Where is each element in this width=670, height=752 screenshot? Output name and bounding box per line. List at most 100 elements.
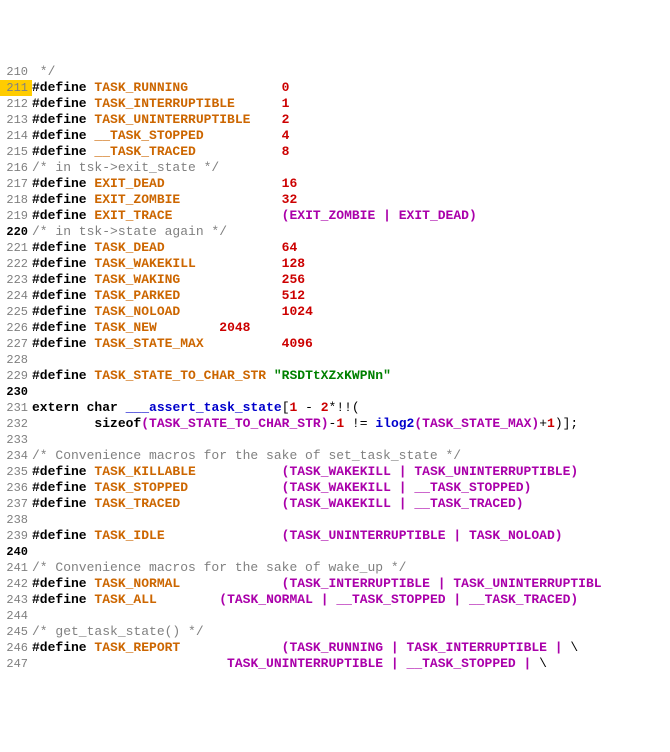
token: 4: [282, 128, 290, 143]
token: ): [524, 480, 532, 495]
line-number: 223: [0, 272, 32, 288]
token: [79, 400, 87, 415]
line-number: 241: [0, 560, 32, 576]
token: ): [321, 416, 329, 431]
code-content: TASK_UNINTERRUPTIBLE | __TASK_STOPPED | …: [32, 656, 670, 672]
token: [461, 592, 469, 607]
code-content: #define TASK_REPORT (TASK_RUNNING | TASK…: [32, 640, 670, 656]
token: [250, 112, 281, 127]
token: #define: [32, 304, 87, 319]
token: [266, 368, 274, 383]
line-number: 231: [0, 400, 32, 416]
token: 1: [336, 416, 344, 431]
token: #define: [32, 176, 87, 191]
token: [180, 288, 281, 303]
line-number: 236: [0, 480, 32, 496]
token: [172, 208, 281, 223]
code-content: /* get_task_state() */: [32, 624, 670, 640]
token: [: [282, 400, 290, 415]
code-line: 214#define __TASK_STOPPED 4: [0, 128, 670, 144]
line-number: 219: [0, 208, 32, 224]
token: #define: [32, 592, 87, 607]
code-content: [32, 512, 670, 528]
code-content: #define TASK_STOPPED (TASK_WAKEKILL | __…: [32, 480, 670, 496]
code-line: 228: [0, 352, 670, 368]
token: __TASK_TRACED: [94, 144, 195, 159]
token: \: [531, 656, 547, 671]
code-content: #define TASK_RUNNING 0: [32, 80, 670, 96]
token: 16: [282, 176, 298, 191]
line-number: 210: [0, 64, 32, 80]
token: TASK_STOPPED: [94, 480, 188, 495]
token: #define: [32, 192, 87, 207]
token: )];: [555, 416, 578, 431]
token: [180, 272, 281, 287]
token: #define: [32, 272, 87, 287]
token: |: [555, 640, 563, 655]
token: [118, 400, 126, 415]
code-content: */: [32, 64, 670, 80]
line-number: 225: [0, 304, 32, 320]
token: /* get_task_state() */: [32, 624, 204, 639]
token: ): [555, 528, 563, 543]
code-content: extern char ___assert_task_state[1 - 2*!…: [32, 400, 670, 416]
token: /* in tsk->exit_state */: [32, 160, 219, 175]
token: 256: [282, 272, 305, 287]
line-number: 242: [0, 576, 32, 592]
token: 4096: [282, 336, 313, 351]
token: #define: [32, 464, 87, 479]
line-number: 214: [0, 128, 32, 144]
token: TASK_UNINTERRUPTIBLE: [227, 656, 383, 671]
code-line: 231extern char ___assert_task_state[1 - …: [0, 400, 670, 416]
token: |: [438, 576, 446, 591]
code-line: 234/* Convenience macros for the sake of…: [0, 448, 670, 464]
token: #define: [32, 576, 87, 591]
token: [180, 640, 281, 655]
token: __TASK_TRACED: [469, 592, 570, 607]
token: (: [414, 416, 422, 431]
token: #define: [32, 80, 87, 95]
line-number: 239: [0, 528, 32, 544]
code-line: 225#define TASK_NOLOAD 1024: [0, 304, 670, 320]
token: 1024: [282, 304, 313, 319]
line-number: 234: [0, 448, 32, 464]
line-number: 228: [0, 352, 32, 368]
token: __TASK_STOPPED: [414, 480, 523, 495]
code-content: #define EXIT_TRACE (EXIT_ZOMBIE | EXIT_D…: [32, 208, 670, 224]
code-content: [32, 544, 670, 560]
code-line: 217#define EXIT_DEAD 16: [0, 176, 670, 192]
token: [165, 528, 282, 543]
token: TASK_WAKEKILL: [289, 464, 390, 479]
line-number: 237: [0, 496, 32, 512]
token: #define: [32, 528, 87, 543]
token: TASK_STATE_TO_CHAR_STR: [149, 416, 321, 431]
token: TASK_RUNNING: [94, 80, 188, 95]
code-editor: 210 */211#define TASK_RUNNING 0212#defin…: [0, 64, 670, 672]
token: 32: [282, 192, 298, 207]
token: -: [297, 400, 320, 415]
token: #define: [32, 496, 87, 511]
code-content: #define TASK_TRACED (TASK_WAKEKILL | __T…: [32, 496, 670, 512]
token: TASK_WAKEKILL: [289, 496, 390, 511]
code-line: 236#define TASK_STOPPED (TASK_WAKEKILL |…: [0, 480, 670, 496]
token: [196, 144, 282, 159]
line-number: 224: [0, 288, 32, 304]
token: TASK_NOLOAD: [469, 528, 555, 543]
token: #define: [32, 256, 87, 271]
token: |: [383, 208, 391, 223]
code-line: 235#define TASK_KILLABLE (TASK_WAKEKILL …: [0, 464, 670, 480]
line-number: 244: [0, 608, 32, 624]
token: [165, 176, 282, 191]
token: __TASK_STOPPED: [94, 128, 203, 143]
token: [180, 496, 281, 511]
code-content: #define TASK_PARKED 512: [32, 288, 670, 304]
code-content: #define EXIT_ZOMBIE 32: [32, 192, 670, 208]
token: [516, 656, 524, 671]
token: TASK_INTERRUPTIBLE: [289, 576, 429, 591]
code-line: 246#define TASK_REPORT (TASK_RUNNING | T…: [0, 640, 670, 656]
code-content: /* in tsk->state again */: [32, 224, 670, 240]
token: [196, 256, 282, 271]
token: [391, 480, 399, 495]
token: ilog2: [375, 416, 414, 431]
token: ): [516, 496, 524, 511]
